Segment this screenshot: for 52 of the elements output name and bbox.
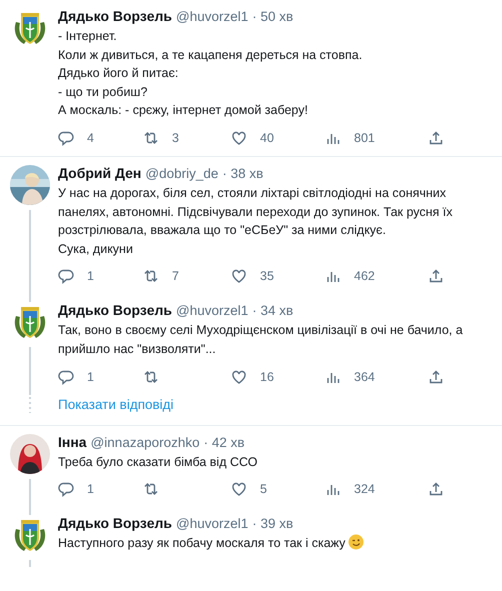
count-label: 324 (354, 482, 375, 496)
reply-icon[interactable] (58, 130, 74, 146)
heart-icon[interactable] (231, 268, 247, 284)
user-handle[interactable]: @huvorzel1 (176, 516, 248, 532)
retweet-icon[interactable] (143, 481, 159, 498)
retweet-icon[interactable] (143, 130, 159, 146)
tweet-text: - Інтернет. Коли ж дивиться, а те кацапеня дереться на стовпа. Дядько його й питає: - що ти робиш? А москаль: - срєжу, інтернет домой заберу! (58, 28, 364, 120)
post-time[interactable]: · 50 хв (252, 9, 294, 24)
author-name[interactable]: Інна (58, 434, 87, 450)
share-icon[interactable] (428, 481, 444, 498)
heart-icon[interactable] (231, 130, 247, 146)
heart-icon[interactable] (231, 368, 247, 385)
reply-icon[interactable] (58, 368, 74, 385)
post-time[interactable]: · 38 хв (222, 166, 264, 181)
share-icon[interactable] (428, 130, 444, 146)
tweet-text: Наступного разу як побачу москаля то так і скажу (58, 534, 492, 553)
count-label: 7 (172, 269, 179, 284)
post-time[interactable]: · 42 хв (204, 434, 245, 450)
count-label: 5 (260, 482, 267, 496)
count-label: 801 (354, 130, 375, 145)
reply-icon[interactable] (58, 268, 74, 284)
retweet-icon[interactable] (143, 268, 159, 284)
share-icon[interactable] (428, 368, 444, 385)
count-label: 364 (354, 370, 375, 384)
tweet-text: У нас на дорогах, біля сел, стояли ліхтарі світлодіодні на сонячних панелях, автономні. Підсвічували переходи до зупинок. Так русня їх розстрілювала, вважала що то "еСБеУ" за ними слідкує. Сука, дикуни (58, 184, 454, 258)
retweet-icon[interactable] (143, 368, 159, 385)
heart-icon[interactable] (231, 481, 247, 498)
user-handle[interactable]: @innazaporozhko (90, 434, 200, 450)
count-label: 3 (172, 130, 179, 145)
winking-face-icon (348, 534, 364, 550)
count-label: 40 (260, 130, 274, 145)
count-label: 35 (260, 269, 274, 284)
reply-icon[interactable] (58, 481, 74, 498)
count-label: 1 (87, 482, 94, 496)
user-handle[interactable]: @dobriy_de (145, 166, 218, 181)
count-label: 462 (354, 269, 375, 284)
user-handle[interactable]: @huvorzel1 (176, 303, 248, 318)
count-label: 1 (87, 370, 94, 384)
count-label: 16 (260, 370, 274, 384)
post-time[interactable]: · 34 хв (252, 303, 294, 318)
author-name[interactable]: Дядько Ворзель (58, 8, 172, 24)
user-handle[interactable]: @huvorzel1 (176, 9, 248, 24)
author-name[interactable]: Добрий Ден (58, 164, 142, 181)
tweet-text: Так, воно в своєму селі Муходріщєнском цивілізації в очі не бачило, а прийшло нас "визволяти"... (58, 322, 464, 358)
author-name[interactable]: Дядько Ворзель (58, 515, 172, 532)
post-time[interactable]: · 39 хв (252, 516, 294, 532)
tweet-text: Треба було сказати бімба від ССО (58, 454, 258, 471)
count-label: 4 (87, 130, 94, 145)
show-replies-link[interactable]: Показати відповіді (58, 397, 174, 412)
count-label: 1 (87, 269, 94, 284)
author-name[interactable]: Дядько Ворзель (58, 302, 172, 318)
share-icon[interactable] (428, 268, 444, 284)
